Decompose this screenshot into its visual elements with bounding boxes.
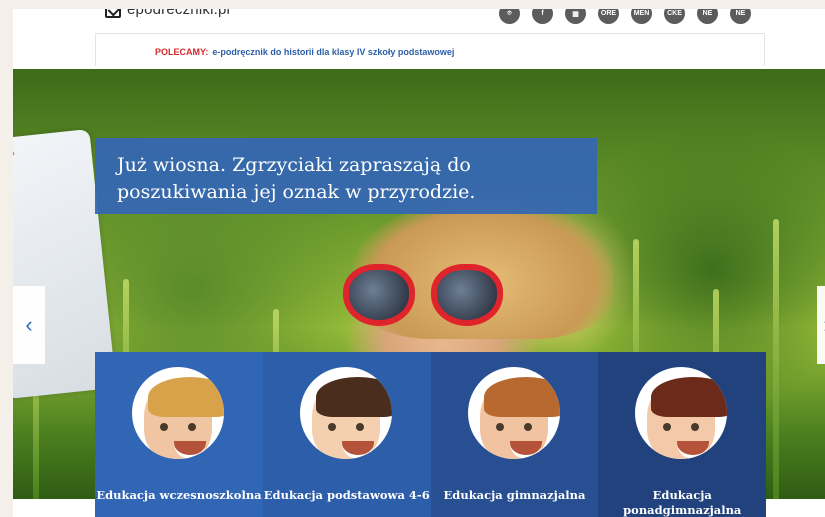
tile-label: Edukacja gimnazjalna xyxy=(443,488,586,502)
child-face xyxy=(311,377,392,459)
hero-headline[interactable]: Już wiosna. Zgrzyciaki zapraszają do pos… xyxy=(117,152,575,206)
smile xyxy=(677,441,710,459)
chevron-left-icon: ‹ xyxy=(25,312,33,337)
smile xyxy=(341,441,374,459)
ore-icon[interactable]: ORE xyxy=(598,9,619,24)
tile-label: Edukacja podstawowa 4-6 xyxy=(263,488,430,502)
child-hair xyxy=(315,377,392,417)
avatar xyxy=(132,367,224,459)
recommend-text[interactable]: POLECAMY: e-podręcznik do historii dla kl… xyxy=(155,47,454,57)
glass-lens-right xyxy=(431,264,503,326)
child-hair xyxy=(651,377,728,417)
tile-high-school[interactable]: Edukacja ponadgimnazjalna xyxy=(598,352,766,517)
recommend-label: POLECAMY: xyxy=(155,47,209,57)
slider-prev-button[interactable]: ‹ xyxy=(13,286,45,364)
education-levels: Edukacja wczesnoszkolna Edukacja podstaw… xyxy=(95,352,766,517)
cke-icon[interactable]: CKE xyxy=(664,9,685,24)
grass-blade xyxy=(773,219,779,499)
tile-label: Edukacja ponadgimnazjalna xyxy=(623,488,742,517)
page: epodreczniki.pl ⌾ f ▦ ORE MEN CKE NE NE … xyxy=(13,9,825,517)
tile-primary-education[interactable]: Edukacja podstawowa 4-6 xyxy=(262,352,431,517)
men-icon[interactable]: MEN xyxy=(631,9,652,24)
eye xyxy=(495,423,504,431)
smile xyxy=(174,441,206,459)
nav-icon-2[interactable]: f xyxy=(532,9,553,24)
nav-icon-1[interactable]: ⌾ xyxy=(499,9,520,24)
child-hair xyxy=(148,377,224,417)
recommend-bar: POLECAMY: e-podręcznik do historii dla kl… xyxy=(95,33,765,66)
glass-lens-left xyxy=(343,264,415,326)
logo-text: epodreczniki.pl xyxy=(127,9,231,18)
eye xyxy=(355,423,364,431)
nav-icon-3[interactable]: ▦ xyxy=(565,9,586,24)
child-hair xyxy=(483,377,560,417)
slider-next-button[interactable]: › xyxy=(817,286,825,364)
hero-headline-box[interactable]: Już wiosna. Zgrzyciaki zapraszają do pos… xyxy=(95,138,597,214)
ne-icon[interactable]: NE xyxy=(697,9,718,24)
eye xyxy=(160,423,168,431)
avatar xyxy=(635,367,728,459)
tile-middle-school[interactable]: Edukacja gimnazjalna xyxy=(430,352,599,517)
ne-icon-2[interactable]: NE xyxy=(730,9,751,24)
site-header: epodreczniki.pl ⌾ f ▦ ORE MEN CKE NE NE … xyxy=(13,9,825,67)
eye xyxy=(523,423,532,431)
logo-icon xyxy=(105,9,121,18)
heart-glasses-image xyxy=(343,264,513,344)
eye xyxy=(188,423,196,431)
tablet-camera xyxy=(13,150,15,157)
child-face xyxy=(647,377,728,459)
child-face xyxy=(144,377,224,459)
header-icons: ⌾ f ▦ ORE MEN CKE NE NE xyxy=(499,9,751,24)
site-logo[interactable]: epodreczniki.pl xyxy=(105,9,230,18)
child-face xyxy=(479,377,560,459)
eye xyxy=(691,423,700,431)
smile xyxy=(509,441,542,459)
avatar xyxy=(467,367,560,459)
eye xyxy=(663,423,672,431)
tile-label: Edukacja wczesnoszkolna xyxy=(96,488,262,502)
recommend-link[interactable]: e-podręcznik do historii dla klasy IV sz… xyxy=(212,47,454,57)
tile-early-education[interactable]: Edukacja wczesnoszkolna xyxy=(95,352,263,517)
eye xyxy=(327,423,336,431)
avatar xyxy=(299,367,392,459)
